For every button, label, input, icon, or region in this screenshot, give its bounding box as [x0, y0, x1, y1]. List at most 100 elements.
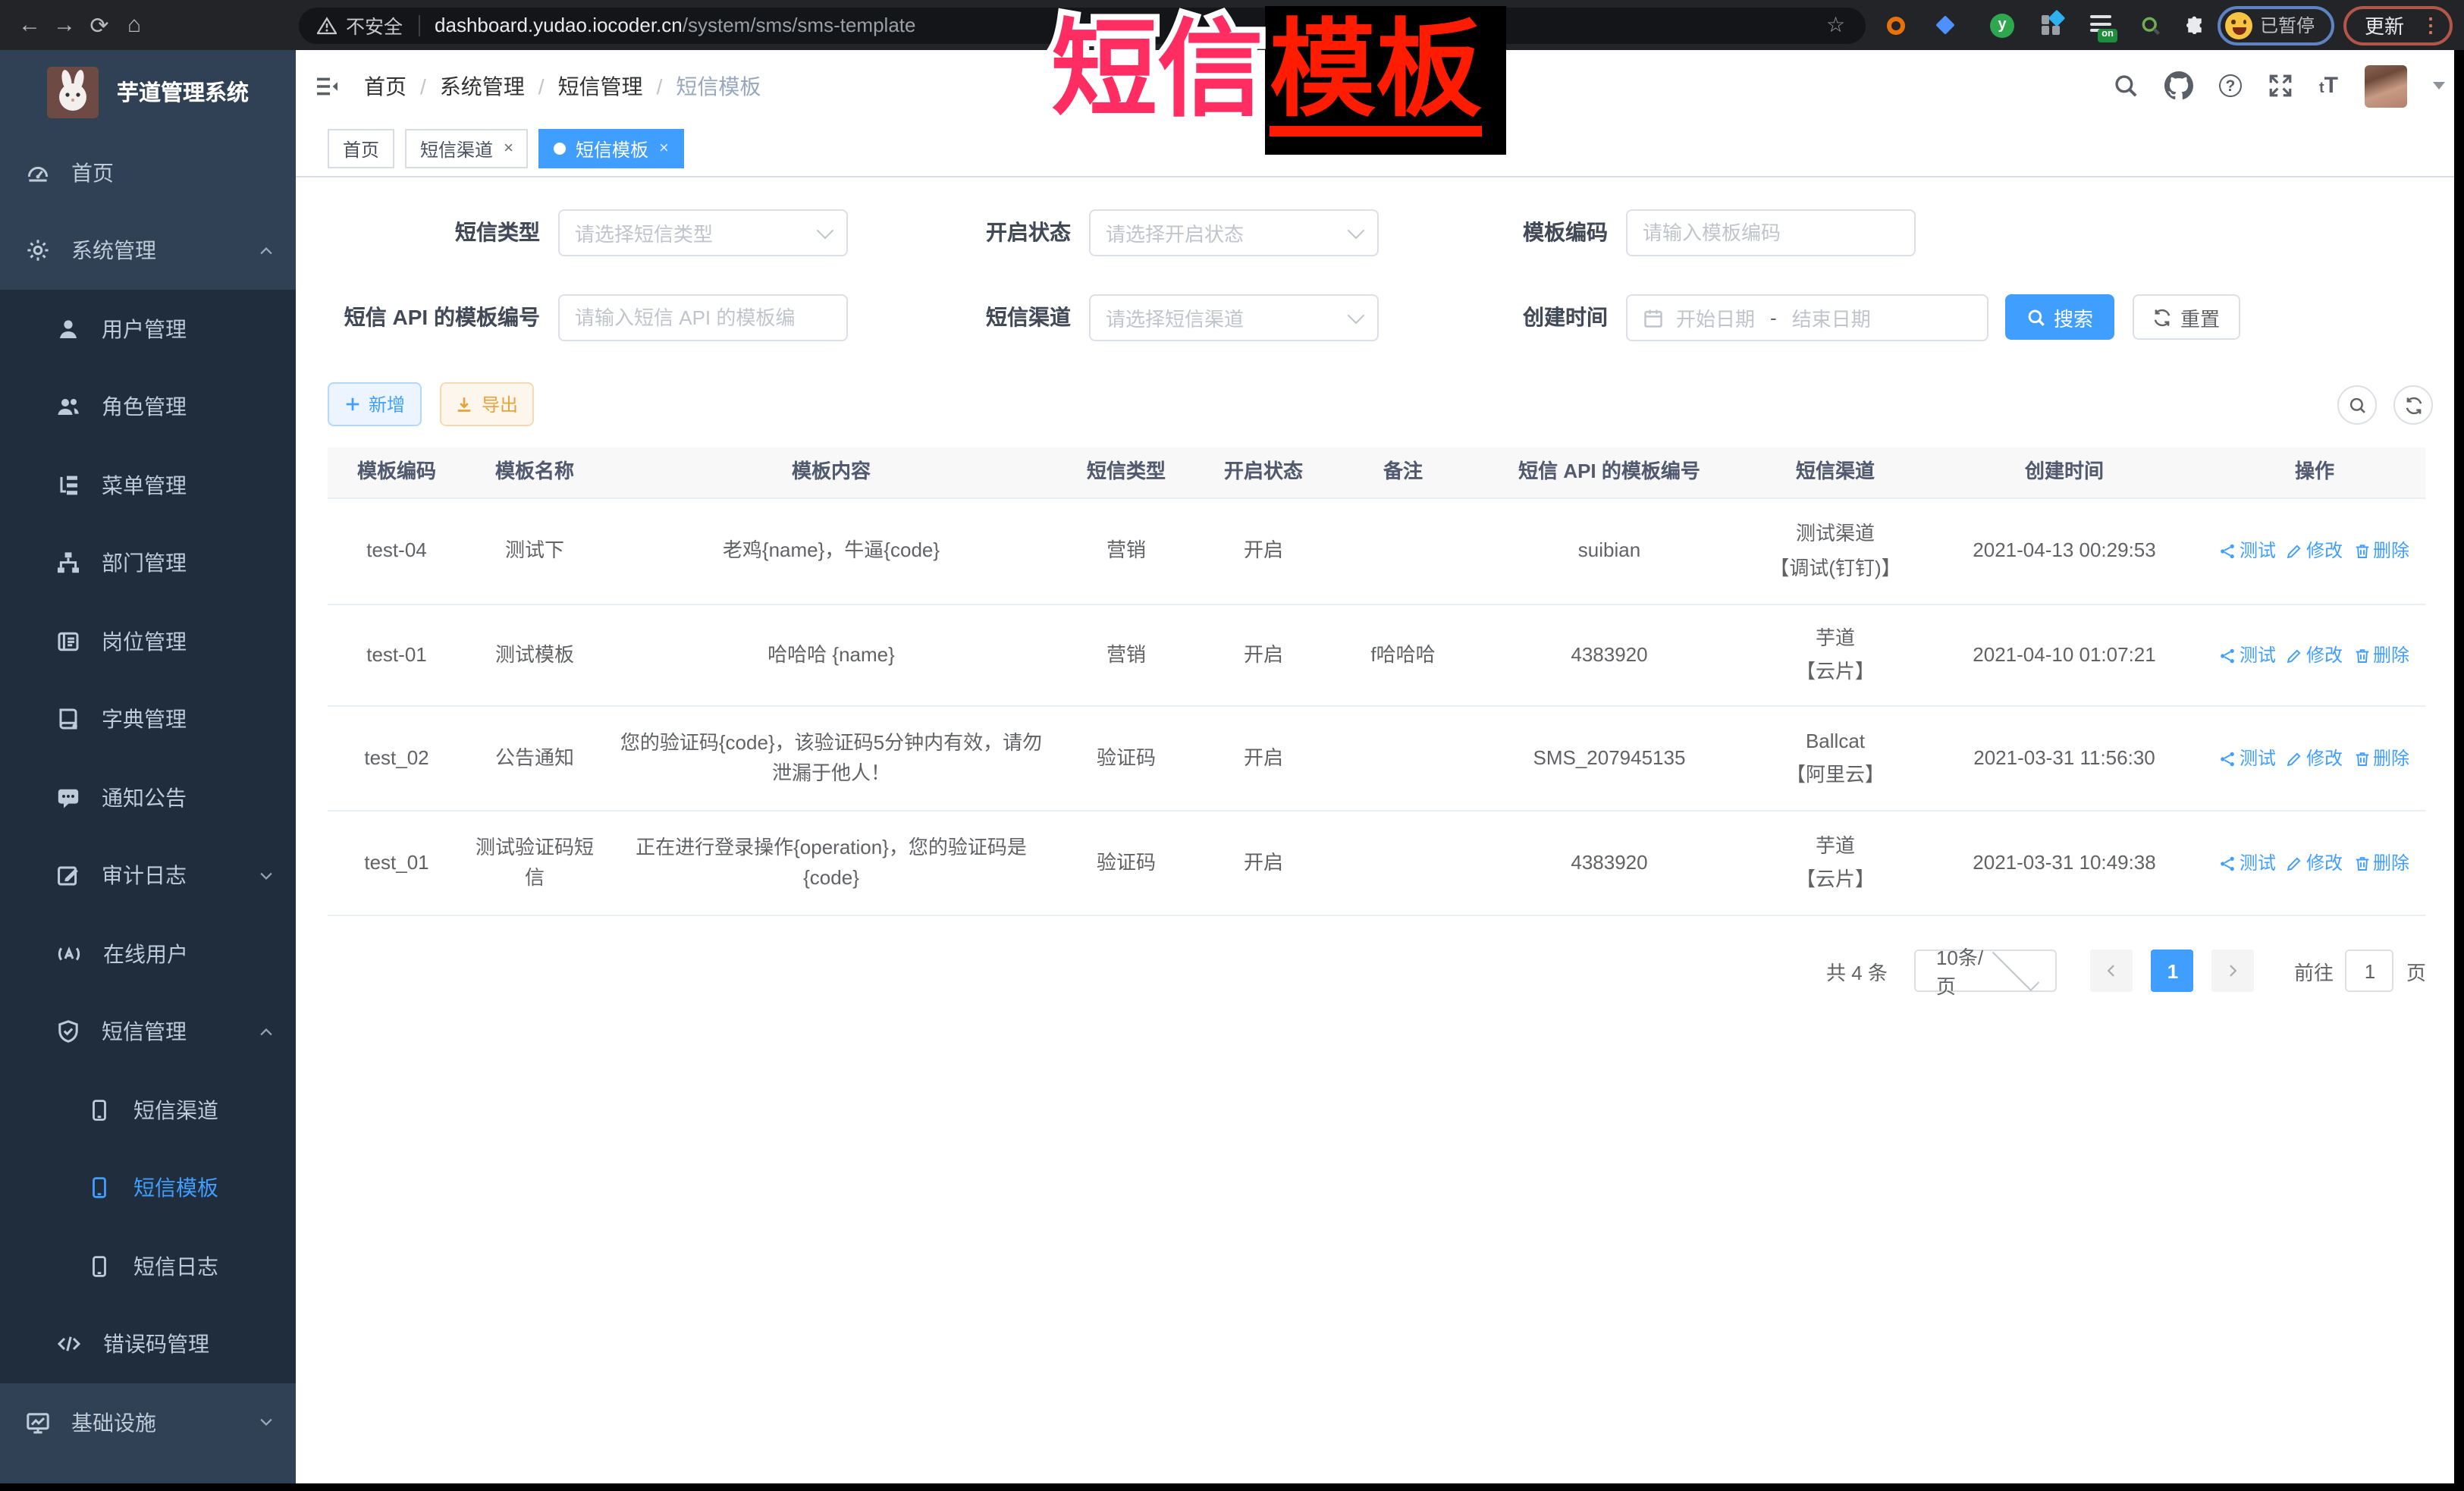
chevron-down-icon [1993, 944, 2040, 991]
sidebar-item-6[interactable]: 岗位管理 [0, 602, 296, 680]
create-time-label: 创建时间 [1395, 294, 1608, 341]
table-refresh-icon[interactable] [2393, 385, 2433, 425]
test-action-link[interactable]: 测试 [2220, 537, 2276, 565]
test-action-link[interactable]: 测试 [2220, 744, 2276, 772]
font-size-icon[interactable]: tT [2319, 74, 2338, 97]
sidebar-item-2[interactable]: 用户管理 [0, 290, 296, 368]
browser-profile-chip[interactable]: 已暂停 [2218, 5, 2334, 45]
goto-page-input[interactable] [2346, 950, 2394, 992]
edit-log-icon [56, 864, 80, 888]
sidebar-item-14[interactable]: 短信日志 [0, 1227, 296, 1305]
close-icon[interactable]: × [659, 140, 669, 157]
fullscreen-icon[interactable] [2268, 73, 2293, 99]
search-button[interactable]: 搜索 [2005, 294, 2114, 340]
sidebar-item-8[interactable]: 通知公告 [0, 758, 296, 837]
sidebar-item-13[interactable]: 短信模板 [0, 1149, 296, 1227]
export-button[interactable]: 导出 [440, 382, 534, 426]
test-action-link[interactable]: 测试 [2220, 641, 2276, 669]
open-status-select[interactable]: 请选择开启状态 [1089, 209, 1379, 256]
sidebar-item-15[interactable]: 错误码管理 [0, 1305, 296, 1383]
sidebar-item-4[interactable]: 菜单管理 [0, 446, 296, 524]
address-bar[interactable]: 不安全 dashboard.yudao.iocoder.cn /system/s… [299, 7, 1866, 43]
sidebar-item-12[interactable]: 短信渠道 [0, 1071, 296, 1149]
api-template-id-input[interactable] [575, 306, 831, 329]
browser-menu-icon[interactable]: ⋮ [2421, 13, 2440, 37]
sidebar-item-0[interactable]: 首页 [0, 133, 296, 212]
breadcrumb-item[interactable]: 首页 [364, 71, 406, 101]
sidebar-item-10[interactable]: 在线用户 [0, 915, 296, 993]
delete-action-link[interactable]: 删除 [2353, 641, 2409, 669]
prev-page-button[interactable] [2091, 950, 2133, 992]
sidebar-item-label: 菜单管理 [102, 470, 187, 501]
extension-grid-icon[interactable] [2032, 0, 2069, 50]
add-button[interactable]: 新增 [328, 382, 422, 426]
extension-magnifier-icon[interactable] [2133, 0, 2169, 50]
security-label[interactable]: 不安全 [346, 11, 403, 39]
column-header: 操作 [2204, 457, 2425, 488]
github-icon[interactable] [2164, 71, 2193, 100]
sidebar-item-1[interactable]: 系统管理 [0, 212, 296, 290]
sidebar-item-7[interactable]: 字典管理 [0, 680, 296, 758]
tab-短信渠道[interactable]: 短信渠道 × [405, 129, 529, 168]
sms-type-select[interactable]: 请选择短信类型 [558, 209, 848, 256]
close-icon[interactable]: × [504, 140, 513, 157]
delete-action-link[interactable]: 删除 [2353, 744, 2409, 772]
update-label: 更新 [2365, 11, 2404, 39]
cell: suibian [1473, 536, 1746, 567]
browser-back-icon[interactable]: ← [12, 12, 47, 38]
extensions-puzzle-icon[interactable] [2177, 0, 2213, 50]
sidebar-item-5[interactable]: 部门管理 [0, 524, 296, 602]
delete-action-link[interactable]: 删除 [2353, 849, 2409, 877]
test-action-link[interactable]: 测试 [2220, 849, 2276, 877]
extension-list-on-icon[interactable]: on [2083, 0, 2119, 50]
breadcrumb-item[interactable]: 短信管理 [558, 71, 643, 101]
chevron-down-icon [817, 221, 834, 239]
extension-ring-icon[interactable] [1878, 0, 1914, 50]
table-search-icon[interactable] [2337, 385, 2377, 425]
delete-action-link[interactable]: 删除 [2353, 537, 2409, 565]
edit-action-link[interactable]: 修改 [2287, 641, 2343, 669]
chevron-down-icon [258, 868, 275, 884]
tab-label: 短信渠道 [420, 136, 493, 162]
sidebar-item-3[interactable]: 角色管理 [0, 368, 296, 446]
browser-update-button[interactable]: 更新 ⋮ [2343, 5, 2453, 45]
breadcrumb-item[interactable]: 系统管理 [440, 71, 525, 101]
cell: 测试下 [466, 536, 604, 567]
cell: f哈哈哈 [1333, 640, 1473, 670]
avatar-caret-icon[interactable] [2432, 82, 2444, 89]
tab-首页[interactable]: 首页 [328, 129, 394, 168]
org-chart-icon [56, 551, 80, 576]
next-page-button[interactable] [2212, 950, 2255, 992]
current-page-button[interactable]: 1 [2152, 950, 2194, 992]
create-time-range-picker[interactable]: 开始日期 - 结束日期 [1626, 294, 1988, 341]
hamburger-icon[interactable] [314, 74, 340, 98]
reset-button[interactable]: 重置 [2133, 294, 2240, 340]
sidebar-item-9[interactable]: 审计日志 [0, 837, 296, 915]
tags-view-bar: 首页短信渠道×短信模板× [296, 121, 2453, 177]
sidebar-item-label: 审计日志 [102, 861, 187, 891]
help-icon[interactable]: ? [2219, 74, 2242, 97]
app-logo-row[interactable]: 芋道管理系统 [0, 50, 296, 133]
tab-短信模板[interactable]: 短信模板× [539, 129, 684, 168]
user-avatar[interactable] [2364, 64, 2406, 107]
edit-action-link[interactable]: 修改 [2287, 537, 2343, 565]
browser-forward-icon[interactable]: → [47, 12, 82, 38]
sidebar-item-16[interactable]: 基础设施 [0, 1383, 296, 1461]
browser-reload-icon[interactable]: ⟳ [82, 11, 117, 39]
phone-icon [88, 1098, 112, 1122]
edit-action-link[interactable]: 修改 [2287, 849, 2343, 877]
sms-channel-select[interactable]: 请选择短信渠道 [1089, 294, 1379, 341]
gear-icon [26, 239, 50, 263]
template-code-input[interactable] [1643, 221, 1899, 244]
page-size-select[interactable]: 10条/页 [1915, 950, 2058, 992]
search-icon[interactable] [2113, 73, 2139, 99]
pen-icon [2287, 543, 2303, 560]
extension-y-icon[interactable]: y [1984, 0, 2020, 50]
edit-action-link[interactable]: 修改 [2287, 744, 2343, 772]
browser-home-icon[interactable]: ⌂ [117, 12, 152, 38]
sidebar-item-11[interactable]: 短信管理 [0, 993, 296, 1071]
bookmark-star-icon[interactable]: ☆ [1826, 0, 1845, 50]
channel-cell: 芋道【云片】 [1746, 622, 1925, 689]
profile-avatar [2225, 11, 2252, 39]
extension-gem-icon[interactable] [1926, 0, 1963, 50]
